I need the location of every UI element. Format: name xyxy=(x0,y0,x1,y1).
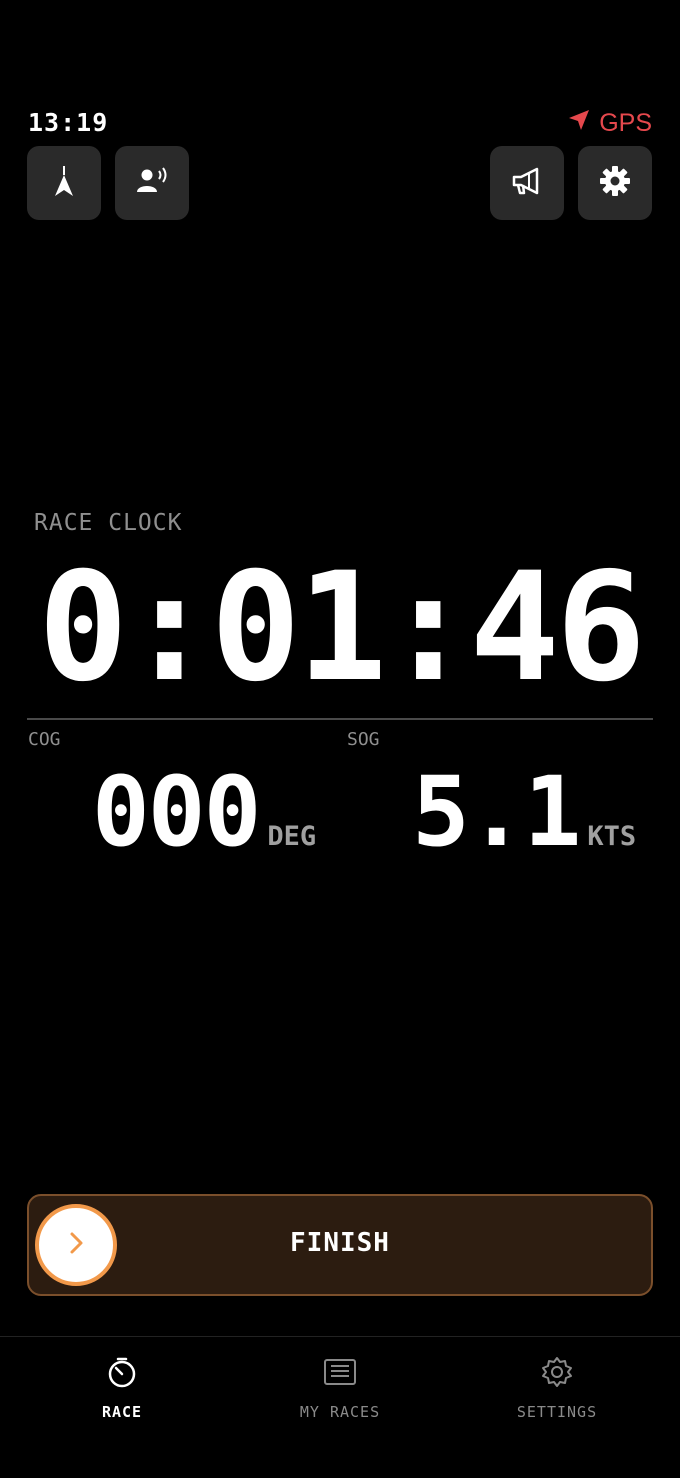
voice-button[interactable] xyxy=(115,146,189,220)
cog-metric: 000 DEG xyxy=(92,760,316,864)
location-arrow-icon xyxy=(567,108,591,139)
north-arrow-icon xyxy=(46,163,82,203)
race-clock-label: RACE CLOCK xyxy=(34,510,183,536)
divider xyxy=(27,718,653,720)
tab-race[interactable]: RACE xyxy=(32,1355,212,1421)
tab-settings-label: SETTINGS xyxy=(516,1403,598,1421)
gps-indicator: GPS xyxy=(567,108,652,139)
north-button[interactable] xyxy=(27,146,101,220)
horn-button[interactable] xyxy=(490,146,564,220)
tab-my-races-label: MY RACES xyxy=(299,1403,381,1421)
race-screen: 13:19 GPS RACE CLOCK 0:01:46 COG SOG 000… xyxy=(0,0,680,1478)
sog-label: SOG xyxy=(347,729,380,750)
cog-label: COG xyxy=(28,729,61,750)
voice-icon xyxy=(134,163,170,203)
settings-button[interactable] xyxy=(578,146,652,220)
tab-bar: RACE MY RACES SETTINGS xyxy=(0,1336,680,1478)
tab-my-races[interactable]: MY RACES xyxy=(250,1355,430,1421)
megaphone-icon xyxy=(509,163,545,203)
race-clock: 0:01:46 xyxy=(37,541,646,715)
cog-value: 000 xyxy=(92,756,261,868)
gear-icon xyxy=(540,1355,574,1393)
sog-value: 5.1 xyxy=(412,756,581,868)
finish-label: FINISH xyxy=(290,1228,390,1258)
finish-slider[interactable]: FINISH xyxy=(27,1194,653,1296)
sog-metric: 5.1 KTS xyxy=(412,760,636,864)
cog-unit: DEG xyxy=(267,821,317,852)
tab-race-label: RACE xyxy=(101,1403,143,1421)
gear-icon xyxy=(597,163,633,203)
sog-unit: KTS xyxy=(587,821,637,852)
stopwatch-icon xyxy=(105,1355,139,1393)
status-time: 13:19 xyxy=(28,108,109,137)
tab-settings[interactable]: SETTINGS xyxy=(467,1355,647,1421)
list-icon xyxy=(323,1355,357,1393)
gps-label: GPS xyxy=(599,109,652,137)
